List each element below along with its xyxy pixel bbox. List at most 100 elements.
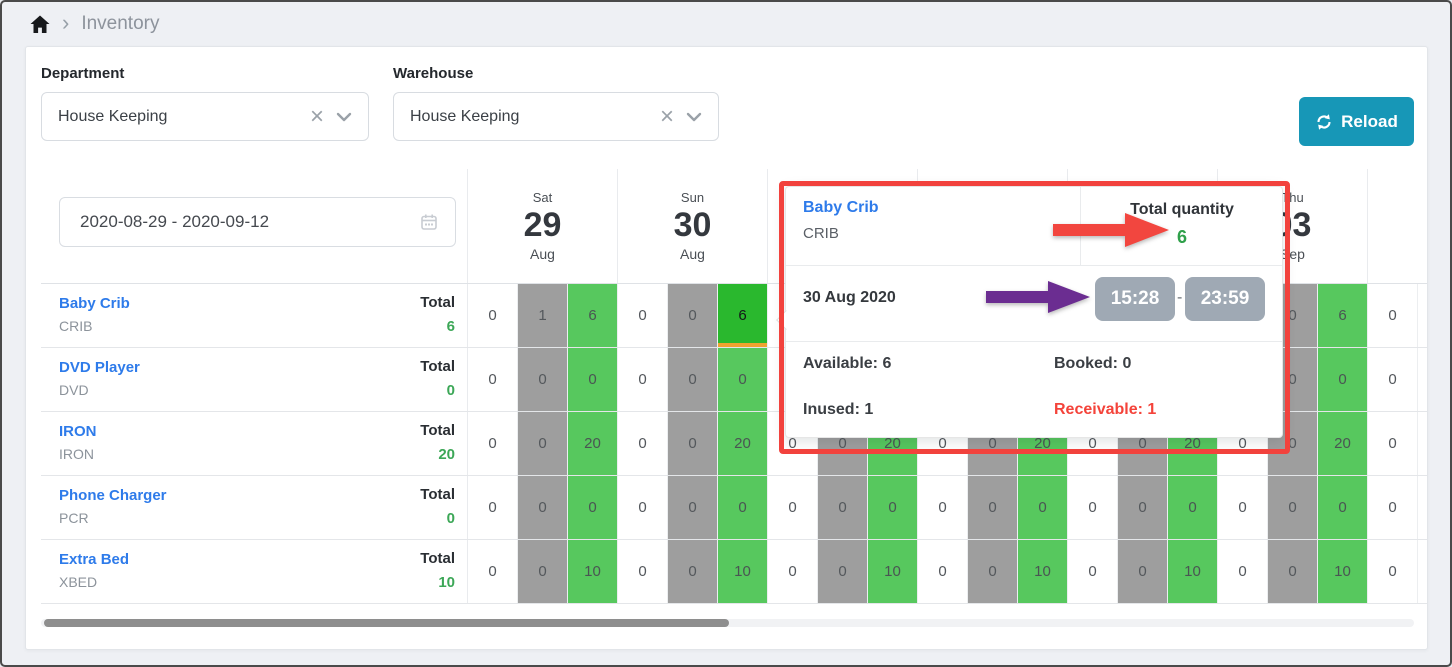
- department-value: House Keeping: [58, 108, 298, 126]
- cell-dvd-col1-gray[interactable]: 0: [668, 348, 718, 411]
- cell-iron-col1-gray[interactable]: 0: [668, 412, 718, 475]
- popup-total-quantity-value: 6: [1080, 227, 1284, 248]
- warehouse-select[interactable]: House Keeping ×: [393, 92, 719, 141]
- cell-dvd-col1-plain[interactable]: 0: [618, 348, 668, 411]
- cell-dvd-col0-plain[interactable]: 0: [468, 348, 518, 411]
- cell-pcr-col5-plain[interactable]: 0: [1218, 476, 1268, 539]
- cell-dvd-col0-green[interactable]: 0: [568, 348, 618, 411]
- cell-pcr-col5-gray[interactable]: 0: [1268, 476, 1318, 539]
- cell-xbed-col5-plain[interactable]: 0: [1218, 540, 1268, 603]
- popup-date: 30 Aug 2020: [803, 289, 896, 307]
- cell-iron-col5-green[interactable]: 20: [1318, 412, 1368, 475]
- cell-pcr-col2-plain[interactable]: 0: [768, 476, 818, 539]
- cell-iron-col0-green[interactable]: 20: [568, 412, 618, 475]
- cell-xbed-col1-plain[interactable]: 0: [618, 540, 668, 603]
- product-total: Total6: [420, 294, 455, 335]
- cell-xbed-col5-gray[interactable]: 0: [1268, 540, 1318, 603]
- cell-dvd-col0-gray[interactable]: 0: [518, 348, 568, 411]
- department-chevron-down-icon[interactable]: [336, 112, 352, 122]
- cell-xbed-col2-green[interactable]: 10: [868, 540, 918, 603]
- cell-pcr-col2-green[interactable]: 0: [868, 476, 918, 539]
- cell-pcr-col4-green[interactable]: 0: [1168, 476, 1218, 539]
- cell-dvd-col5-green[interactable]: 0: [1318, 348, 1368, 411]
- cell-pcr-col4-plain[interactable]: 0: [1068, 476, 1118, 539]
- cell-pcr-overflow[interactable]: 0: [1368, 476, 1418, 539]
- cell-crib-col5-green[interactable]: 6: [1318, 284, 1368, 347]
- cell-xbed-col1-gray[interactable]: 0: [668, 540, 718, 603]
- cell-pcr-col0-plain[interactable]: 0: [468, 476, 518, 539]
- cell-xbed-col2-plain[interactable]: 0: [768, 540, 818, 603]
- cell-crib-col0-gray[interactable]: 1: [518, 284, 568, 347]
- cell-xbed-col1-green[interactable]: 10: [718, 540, 768, 603]
- cell-pcr-col4-gray[interactable]: 0: [1118, 476, 1168, 539]
- popup-product-link[interactable]: Baby Crib: [803, 199, 879, 217]
- cell-pcr-col1-plain[interactable]: 0: [618, 476, 668, 539]
- department-select[interactable]: House Keeping ×: [41, 92, 369, 141]
- product-link[interactable]: Phone Charger: [59, 487, 467, 504]
- total-label: Total: [420, 422, 455, 439]
- cell-crib-col1-gray[interactable]: 0: [668, 284, 718, 347]
- product-code: CRIB: [59, 318, 467, 334]
- date-range-value: 2020-08-29 - 2020-09-12: [80, 212, 419, 232]
- product-link[interactable]: IRON: [59, 423, 467, 440]
- cell-pcr-col3-plain[interactable]: 0: [918, 476, 968, 539]
- time-from-badge[interactable]: 15:28: [1095, 277, 1175, 321]
- total-value: 0: [420, 510, 455, 527]
- total-label: Total: [420, 294, 455, 311]
- scrollbar-thumb[interactable]: [44, 619, 729, 627]
- cell-xbed-col3-green[interactable]: 10: [1018, 540, 1068, 603]
- department-clear-icon[interactable]: ×: [298, 105, 336, 129]
- cell-iron-col0-gray[interactable]: 0: [518, 412, 568, 475]
- horizontal-scrollbar[interactable]: [41, 619, 1414, 627]
- time-to-badge[interactable]: 23:59: [1185, 277, 1265, 321]
- selected-cell-crib-col1-green[interactable]: 6: [718, 284, 768, 347]
- cell-crib-overflow[interactable]: 0: [1368, 284, 1418, 347]
- popup-divider-2: [786, 341, 1282, 342]
- cell-pcr-col3-green[interactable]: 0: [1018, 476, 1068, 539]
- product-link[interactable]: Baby Crib: [59, 295, 467, 312]
- cell-crib-col0-green[interactable]: 6: [568, 284, 618, 347]
- popup-vertical-divider: [1080, 187, 1081, 265]
- date-range-input[interactable]: 2020-08-29 - 2020-09-12: [59, 197, 456, 247]
- table-row-xbed: Extra BedXBEDTotal1000100010001000100010…: [41, 540, 1427, 604]
- cell-iron-col1-green[interactable]: 20: [718, 412, 768, 475]
- popup-booked: Booked: 0: [1054, 355, 1131, 373]
- cell-xbed-col5-green[interactable]: 10: [1318, 540, 1368, 603]
- column-header-day: Sat: [533, 190, 553, 205]
- cell-pcr-col0-green[interactable]: 0: [568, 476, 618, 539]
- cell-xbed-col0-green[interactable]: 10: [568, 540, 618, 603]
- cell-pcr-col1-gray[interactable]: 0: [668, 476, 718, 539]
- cell-xbed-col4-gray[interactable]: 0: [1118, 540, 1168, 603]
- column-header-day: Sun: [681, 190, 704, 205]
- cell-xbed-col4-green[interactable]: 10: [1168, 540, 1218, 603]
- total-label: Total: [420, 550, 455, 567]
- warehouse-clear-icon[interactable]: ×: [648, 105, 686, 129]
- cell-xbed-col2-gray[interactable]: 0: [818, 540, 868, 603]
- cell-pcr-col0-gray[interactable]: 0: [518, 476, 568, 539]
- warehouse-chevron-down-icon[interactable]: [686, 112, 702, 122]
- cell-pcr-col5-green[interactable]: 0: [1318, 476, 1368, 539]
- product-link[interactable]: DVD Player: [59, 359, 467, 376]
- cell-dvd-col1-green[interactable]: 0: [718, 348, 768, 411]
- cell-xbed-overflow[interactable]: 0: [1368, 540, 1418, 603]
- cell-xbed-col3-plain[interactable]: 0: [918, 540, 968, 603]
- cell-pcr-col2-gray[interactable]: 0: [818, 476, 868, 539]
- cell-iron-col1-plain[interactable]: 0: [618, 412, 668, 475]
- cell-xbed-col0-plain[interactable]: 0: [468, 540, 518, 603]
- calendar-icon[interactable]: [419, 212, 439, 232]
- product-link[interactable]: Extra Bed: [59, 551, 467, 568]
- cell-xbed-col4-plain[interactable]: 0: [1068, 540, 1118, 603]
- cell-pcr-col3-gray[interactable]: 0: [968, 476, 1018, 539]
- total-value: 20: [420, 446, 455, 463]
- cell-dvd-overflow[interactable]: 0: [1368, 348, 1418, 411]
- reload-button[interactable]: Reload: [1299, 97, 1414, 146]
- cell-crib-col0-plain[interactable]: 0: [468, 284, 518, 347]
- cell-iron-col0-plain[interactable]: 0: [468, 412, 518, 475]
- cell-pcr-col1-green[interactable]: 0: [718, 476, 768, 539]
- product-cell-dvd: DVD PlayerDVDTotal0: [41, 348, 468, 411]
- home-icon[interactable]: [30, 15, 50, 34]
- cell-crib-col1-plain[interactable]: 0: [618, 284, 668, 347]
- cell-xbed-col3-gray[interactable]: 0: [968, 540, 1018, 603]
- cell-xbed-col0-gray[interactable]: 0: [518, 540, 568, 603]
- cell-iron-overflow[interactable]: 0: [1368, 412, 1418, 475]
